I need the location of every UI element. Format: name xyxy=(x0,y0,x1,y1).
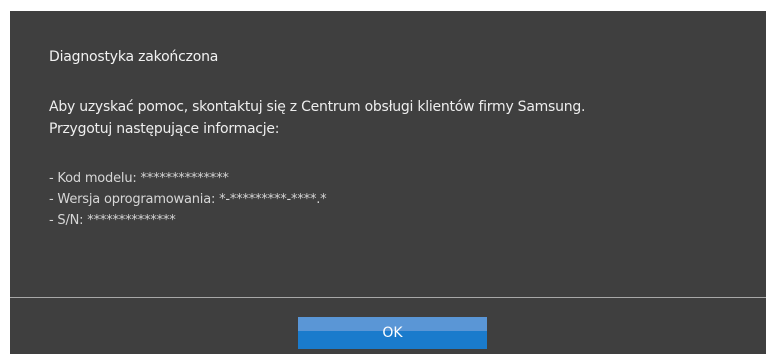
dialog-divider xyxy=(10,297,766,298)
device-details: - Kod modelu: ************** - Wersja op… xyxy=(49,168,327,231)
dialog-title: Diagnostyka zakończona xyxy=(49,49,219,65)
detail-software-version: - Wersja oprogramowania: *-*********-***… xyxy=(49,192,327,207)
message-line-prepare: Przygotuj następujące informacje: xyxy=(49,121,280,137)
message-line-support: Aby uzyskać pomoc, skontaktuj się z Cent… xyxy=(49,99,586,115)
diagnostics-dialog: Diagnostyka zakończona Aby uzyskać pomoc… xyxy=(10,11,766,354)
dialog-message: Aby uzyskać pomoc, skontaktuj się z Cent… xyxy=(49,96,585,140)
ok-button[interactable]: OK xyxy=(298,317,487,349)
detail-model-code: - Kod modelu: ************** xyxy=(49,171,229,186)
detail-serial-number: - S/N: ************** xyxy=(49,213,176,228)
